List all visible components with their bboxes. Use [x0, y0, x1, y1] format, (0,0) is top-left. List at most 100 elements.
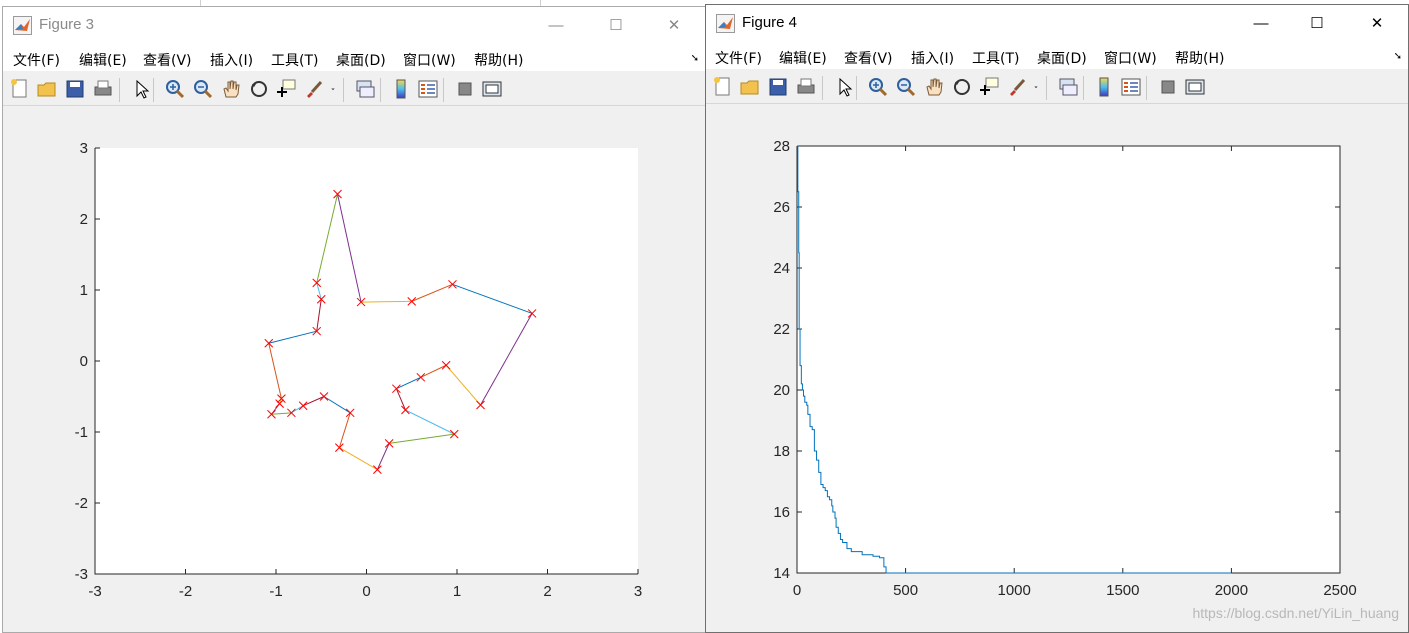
- print-icon[interactable]: [92, 78, 114, 100]
- toolbar-separator: [153, 78, 154, 102]
- hide-plot-tools-icon-glyph: [1161, 80, 1175, 94]
- open-file-icon[interactable]: [739, 76, 761, 98]
- toolbar-separator: [443, 78, 444, 102]
- zoom-in-icon[interactable]: [867, 76, 889, 98]
- menu-tools[interactable]: 工具(T): [972, 48, 1019, 68]
- pointer-icon[interactable]: [833, 76, 855, 98]
- show-plot-tools-icon-glyph: [482, 81, 502, 97]
- menu-tools[interactable]: 工具(T): [271, 50, 318, 70]
- brush-dropdown-icon[interactable]: [1030, 76, 1042, 98]
- menu-overflow-icon[interactable]: ➘: [1394, 51, 1402, 62]
- x-tick-label: -3: [88, 583, 101, 600]
- menu-desktop[interactable]: 桌面(D): [336, 50, 386, 70]
- minimize-button[interactable]: —: [1232, 5, 1290, 41]
- hide-plot-tools-icon-glyph: [458, 82, 472, 96]
- maximize-button[interactable]: ☐: [1288, 5, 1346, 41]
- save-icon[interactable]: [64, 78, 86, 100]
- y-tick-label: 20: [773, 382, 790, 399]
- close-button[interactable]: ✕: [1348, 5, 1406, 41]
- brush-dropdown-icon[interactable]: [327, 78, 339, 100]
- pan-hand-icon[interactable]: [220, 78, 242, 100]
- menu-desktop[interactable]: 桌面(D): [1037, 48, 1087, 68]
- menu-file[interactable]: 文件(F): [715, 48, 762, 68]
- brush-icon[interactable]: [303, 78, 325, 100]
- menu-view[interactable]: 查看(V): [143, 50, 192, 70]
- link-plot-icon[interactable]: [354, 78, 376, 100]
- y-tick-label: 14: [773, 565, 790, 582]
- cost-convergence-plot[interactable]: 0 500 1000 1500 2000 2500 14 16 18 20 22 24 26 28: [706, 105, 1409, 633]
- pointer-icon-glyph: [136, 79, 150, 99]
- y-tick-label: -2: [75, 495, 88, 512]
- zoom-out-icon[interactable]: [895, 76, 917, 98]
- colorbar-icon[interactable]: [1093, 76, 1115, 98]
- rotate-3d-icon[interactable]: [951, 76, 973, 98]
- zoom-out-icon[interactable]: [192, 78, 214, 100]
- new-figure-icon[interactable]: [712, 76, 734, 98]
- new-figure-icon[interactable]: [9, 78, 31, 100]
- menu-edit[interactable]: 编辑(E): [79, 50, 127, 70]
- show-plot-tools-icon[interactable]: [1184, 76, 1206, 98]
- maximize-button[interactable]: ☐: [587, 7, 645, 43]
- x-tick-label: 1: [453, 583, 461, 600]
- menu-help[interactable]: 帮助(H): [1175, 48, 1224, 68]
- menu-insert[interactable]: 插入(I): [911, 48, 954, 68]
- y-tick-label: 16: [773, 504, 790, 521]
- menu-edit[interactable]: 编辑(E): [779, 48, 827, 68]
- save-icon[interactable]: [767, 76, 789, 98]
- matlab-app-icon: [716, 14, 735, 33]
- show-plot-tools-icon[interactable]: [481, 78, 503, 100]
- colorbar-icon-glyph: [396, 79, 406, 99]
- colorbar-icon[interactable]: [390, 78, 412, 100]
- y-tick-label: -3: [75, 566, 88, 583]
- y-tick-label: 24: [773, 260, 790, 277]
- menu-window[interactable]: 窗口(W): [1104, 48, 1157, 68]
- menu-window[interactable]: 窗口(W): [403, 50, 456, 70]
- rotate-3d-icon-glyph: [954, 79, 970, 95]
- legend-icon[interactable]: [417, 78, 439, 100]
- new-figure-icon-glyph: [11, 79, 27, 98]
- figure-toolbar: [3, 71, 705, 106]
- open-file-icon-glyph: [740, 80, 759, 95]
- tour-plot[interactable]: -3 -2 -1 0 1 2 3 -3 -2 -1 0 1 2 3: [3, 107, 706, 633]
- figure-canvas: -3 -2 -1 0 1 2 3 -3 -2 -1 0 1 2 3: [3, 107, 705, 632]
- y-tick-label: 2: [80, 211, 88, 228]
- watermark-text: https://blog.csdn.net/YiLin_huang: [1192, 605, 1399, 621]
- x-tick-label: 2: [543, 583, 551, 600]
- show-plot-tools-icon-glyph: [1185, 79, 1205, 95]
- figure-4-window[interactable]: Figure 4 — ☐ ✕ 文件(F) 编辑(E) 查看(V) 插入(I) 工…: [705, 4, 1409, 633]
- title-bar[interactable]: Figure 4 — ☐ ✕: [706, 5, 1408, 41]
- link-plot-icon[interactable]: [1057, 76, 1079, 98]
- save-icon-glyph: [769, 78, 787, 96]
- title-bar[interactable]: Figure 3 — ☐ ✕: [3, 7, 705, 43]
- data-cursor-icon[interactable]: [275, 78, 297, 100]
- menu-file[interactable]: 文件(F): [13, 50, 60, 70]
- brush-icon[interactable]: [1006, 76, 1028, 98]
- menu-overflow-icon[interactable]: ➘: [691, 53, 699, 64]
- zoom-in-icon[interactable]: [164, 78, 186, 100]
- menu-insert[interactable]: 插入(I): [210, 50, 253, 70]
- menu-bar: 文件(F) 编辑(E) 查看(V) 插入(I) 工具(T) 桌面(D) 窗口(W…: [706, 41, 1408, 69]
- data-cursor-icon-glyph: [277, 79, 296, 97]
- x-tick-label: 1000: [998, 582, 1031, 599]
- close-button[interactable]: ✕: [645, 7, 703, 43]
- hide-plot-tools-icon[interactable]: [1157, 76, 1179, 98]
- toolbar-separator: [822, 76, 823, 100]
- axes-background: [797, 146, 1340, 573]
- legend-icon[interactable]: [1120, 76, 1142, 98]
- x-tick-label: 3: [634, 583, 642, 600]
- minimize-button[interactable]: —: [527, 7, 585, 43]
- toolbar-separator: [343, 78, 344, 102]
- pan-hand-icon-glyph: [223, 80, 240, 98]
- pan-hand-icon[interactable]: [923, 76, 945, 98]
- colorbar-icon-glyph: [1099, 77, 1109, 97]
- pointer-icon[interactable]: [130, 78, 152, 100]
- figure-3-window[interactable]: Figure 3 — ☐ ✕ 文件(F) 编辑(E) 查看(V) 插入(I) 工…: [2, 6, 706, 633]
- rotate-3d-icon[interactable]: [248, 78, 270, 100]
- print-icon[interactable]: [795, 76, 817, 98]
- link-plot-icon-glyph: [356, 80, 375, 98]
- menu-view[interactable]: 查看(V): [844, 48, 893, 68]
- data-cursor-icon[interactable]: [978, 76, 1000, 98]
- hide-plot-tools-icon[interactable]: [454, 78, 476, 100]
- open-file-icon[interactable]: [36, 78, 58, 100]
- menu-help[interactable]: 帮助(H): [474, 50, 523, 70]
